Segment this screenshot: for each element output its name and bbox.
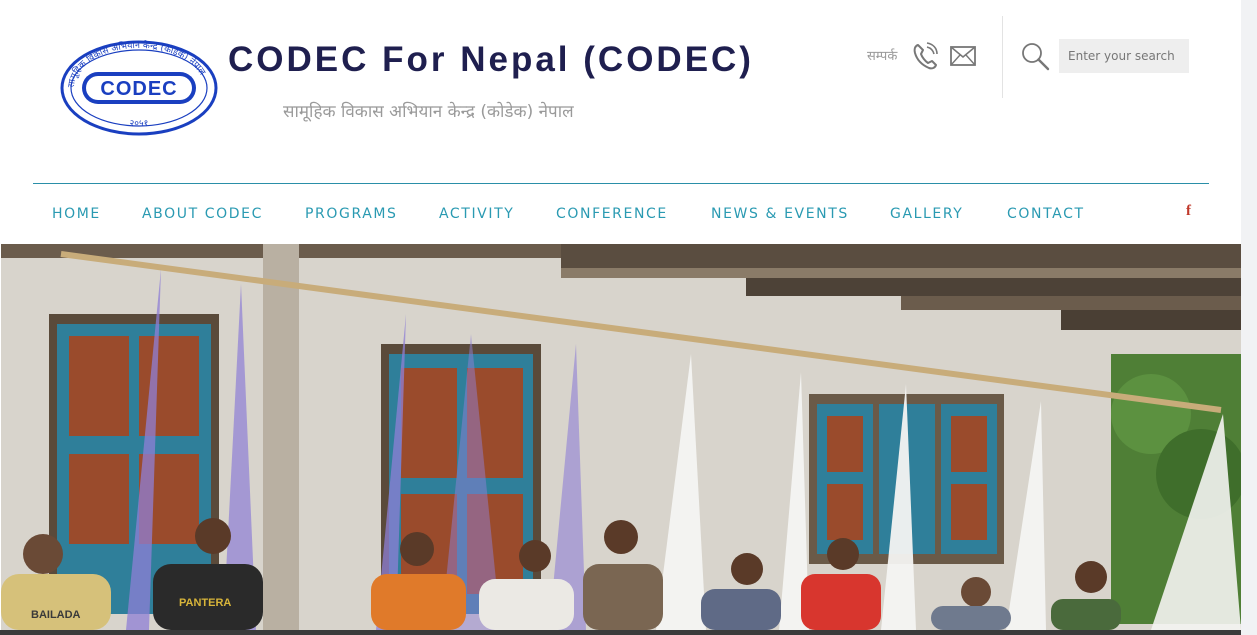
search-icon[interactable] [1020,41,1050,71]
nav-item-conference[interactable]: CONFERENCE [556,206,668,222]
page-scroll-gutter [1241,0,1257,635]
nav-item-home[interactable]: HOME [52,206,101,222]
nav-item-gallery[interactable]: GALLERY [890,206,963,222]
nav-item-programs[interactable]: PROGRAMS [305,206,398,222]
hero-bottom-strip [0,630,1241,635]
site-subtitle: सामूहिक विकास अभियान केन्द्र (कोडेक) नेप… [283,102,574,122]
logo-text: CODEC [100,78,177,100]
mail-icon[interactable] [950,46,976,66]
facebook-icon[interactable]: f [1186,203,1191,220]
nav-item-news-events[interactable]: NEWS & EVENTS [711,206,849,222]
hero-banner-image: BAILADA PANTERA [1,244,1241,630]
nav-item-activity[interactable]: ACTIVITY [439,206,514,222]
logo-year: २०५१ [130,119,149,129]
nav-item-about-codec[interactable]: ABOUT CODEC [142,206,263,222]
contact-label: सम्पर्क [867,49,898,64]
site-header: सामूहिक विकास अभियान केन्द्र (कोडेक) नेप… [0,0,1257,244]
hero-shirt-text: BAILADA [31,609,81,621]
main-nav: HOME ABOUT CODEC PROGRAMS ACTIVITY CONFE… [0,200,1240,228]
codec-logo[interactable]: सामूहिक विकास अभियान केन्द्र (कोडेक) नेप… [60,40,218,136]
phone-icon[interactable] [912,42,938,70]
nav-top-rule [33,183,1209,184]
site-title[interactable]: CODEC For Nepal (CODEC) [228,40,754,80]
nav-item-contact[interactable]: CONTACT [1007,206,1085,222]
hero-shirt-text-2: PANTERA [179,597,231,609]
header-divider [1002,16,1003,98]
search-input[interactable] [1059,39,1189,73]
